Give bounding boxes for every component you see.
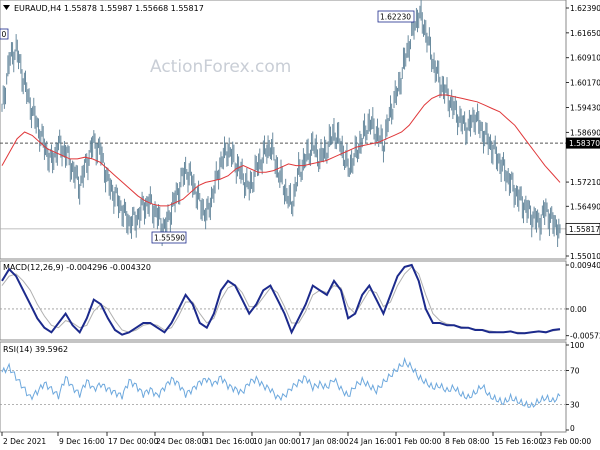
x-tick-label: 10 Jan 00:00 — [253, 437, 301, 446]
price-tick-label: 1.61650 — [570, 29, 600, 38]
x-tick-label: 24 Jan 16:00 — [349, 437, 397, 446]
rsi-tick-label: 30 — [570, 401, 580, 410]
price-header: EURAUD,H4 1.55878 1.55987 1.55668 1.5581… — [14, 4, 204, 13]
x-tick-label: 8 Feb 08:00 — [445, 437, 490, 446]
level-label: 1.58370 — [566, 137, 600, 149]
rsi-tick-label: 100 — [570, 341, 585, 350]
watermark: ActionForex.com — [150, 57, 291, 77]
svg-text:1.62230: 1.62230 — [380, 13, 411, 22]
price-tick-label: 1.55010 — [570, 252, 600, 261]
price-tick-label: 1.58690 — [570, 128, 600, 137]
chart-root: ActionForex.com EURAUD,H4 1.55878 1.5598… — [0, 0, 600, 450]
x-tick-label: 15 Feb 16:00 — [494, 437, 543, 446]
svg-text:1.55590: 1.55590 — [154, 234, 185, 243]
rsi-header: RSI(14) 39.5962 — [3, 345, 68, 354]
left-edge-label: 0 — [0, 28, 9, 40]
macd-tick-label: 0.009407 — [570, 261, 600, 270]
x-tick-label: 24 Dec 08:00 — [156, 437, 207, 446]
x-tick-label: 2 Dec 2021 — [3, 437, 46, 446]
price-tick-label: 1.56490 — [570, 202, 600, 211]
x-tick-label: 1 Feb 00:00 — [397, 437, 442, 446]
price-tick-label: 1.60170 — [570, 79, 600, 88]
macd-header: MACD(12,26,9) -0.004296 -0.004320 — [3, 263, 151, 272]
low-label: 1.55590 — [151, 231, 187, 244]
x-tick-label: 31 Dec 16:00 — [204, 437, 255, 446]
price-tick-label: 1.62390 — [570, 4, 600, 13]
x-tick-label: 17 Dec 00:00 — [108, 437, 159, 446]
price-tick-label: 1.57210 — [570, 178, 600, 187]
macd-tick-label: -0.005726 — [570, 332, 600, 341]
price-tick-label: 1.60910 — [570, 54, 600, 63]
high-label: 1.62230 — [377, 10, 415, 23]
rsi-tick-label: 70 — [570, 367, 580, 376]
svg-text:0: 0 — [2, 30, 7, 39]
price-tick-label: 1.59430 — [570, 103, 600, 112]
x-tick-label: 17 Jan 08:00 — [301, 437, 349, 446]
svg-text:1.58370: 1.58370 — [569, 139, 600, 148]
last-price-label: 1.55817 — [565, 222, 600, 235]
svg-text:1.55817: 1.55817 — [569, 225, 600, 234]
rsi-tick-label: 0 — [570, 424, 575, 433]
x-tick-label: 9 Dec 16:00 — [59, 437, 105, 446]
x-tick-label: 23 Feb 00:00 — [542, 437, 591, 446]
macd-tick-label: 0.00 — [570, 305, 587, 314]
